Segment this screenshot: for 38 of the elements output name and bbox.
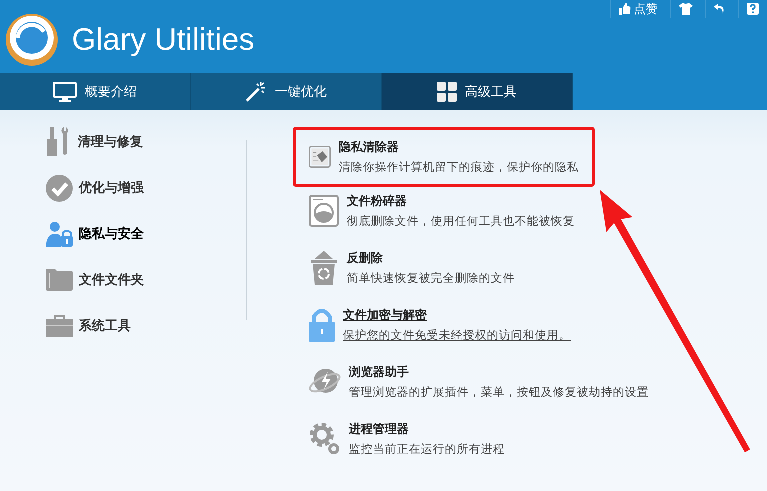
tool-title[interactable]: 文件粉碎器: [347, 193, 575, 210]
tool-description: 清除你操作计算机留下的痕迹，保护你的隐私: [339, 160, 579, 175]
tool-description: 监控当前正在运行的所有进程: [349, 442, 505, 457]
sidebar-item[interactable]: 文件文件夹: [79, 271, 144, 289]
magic-wand-icon: [245, 80, 267, 102]
gears-icon: [309, 422, 341, 456]
thumbs-up-icon: [619, 3, 631, 15]
folder-icon: [46, 269, 73, 291]
nav-tab[interactable]: 高级工具: [382, 73, 573, 110]
padlock-icon: [309, 308, 335, 342]
nav-tab[interactable]: 概要介绍: [0, 73, 191, 110]
app-title: Glary Utilities: [72, 22, 255, 58]
help-icon[interactable]: [747, 3, 759, 15]
nav-tab[interactable]: 一键优化: [191, 73, 382, 110]
sidebar-item[interactable]: 清理与修复: [78, 133, 143, 151]
tool-title[interactable]: 文件加密与解密: [343, 307, 571, 324]
tool-description: 彻底删除文件，使用任何工具也不能被恢复: [347, 214, 575, 229]
washing-machine-icon: [309, 195, 339, 227]
sidebar-item[interactable]: 优化与增强: [79, 179, 144, 197]
recycle-bin-icon: [309, 251, 339, 285]
app-logo-icon: [4, 12, 60, 68]
person-lock-icon: [46, 222, 73, 246]
toolbox-icon: [46, 315, 73, 337]
tool-title[interactable]: 进程管理器: [349, 421, 505, 438]
monitor-icon: [53, 82, 77, 102]
tool-title[interactable]: 浏览器助手: [349, 364, 649, 381]
checkmark-icon: [46, 174, 73, 202]
like-button[interactable]: 点赞: [610, 0, 666, 18]
shirt-icon[interactable]: [679, 3, 693, 15]
grid-icon: [437, 82, 457, 102]
tool-description: 管理浏览器的扩展插件，菜单，按钮及修复被劫持的设置: [349, 385, 649, 400]
tool-description: 简单快速恢复被完全删除的文件: [347, 271, 515, 286]
sidebar-item[interactable]: 隐私与安全: [79, 225, 144, 243]
tool-description: 保护您的文件免受未经授权的访问和使用。: [343, 328, 571, 343]
tool-title[interactable]: 隐私清除器: [339, 139, 579, 156]
sidebar-item[interactable]: 系统工具: [79, 317, 131, 335]
undo-icon[interactable]: [714, 3, 726, 15]
tool-title[interactable]: 反删除: [347, 250, 515, 267]
